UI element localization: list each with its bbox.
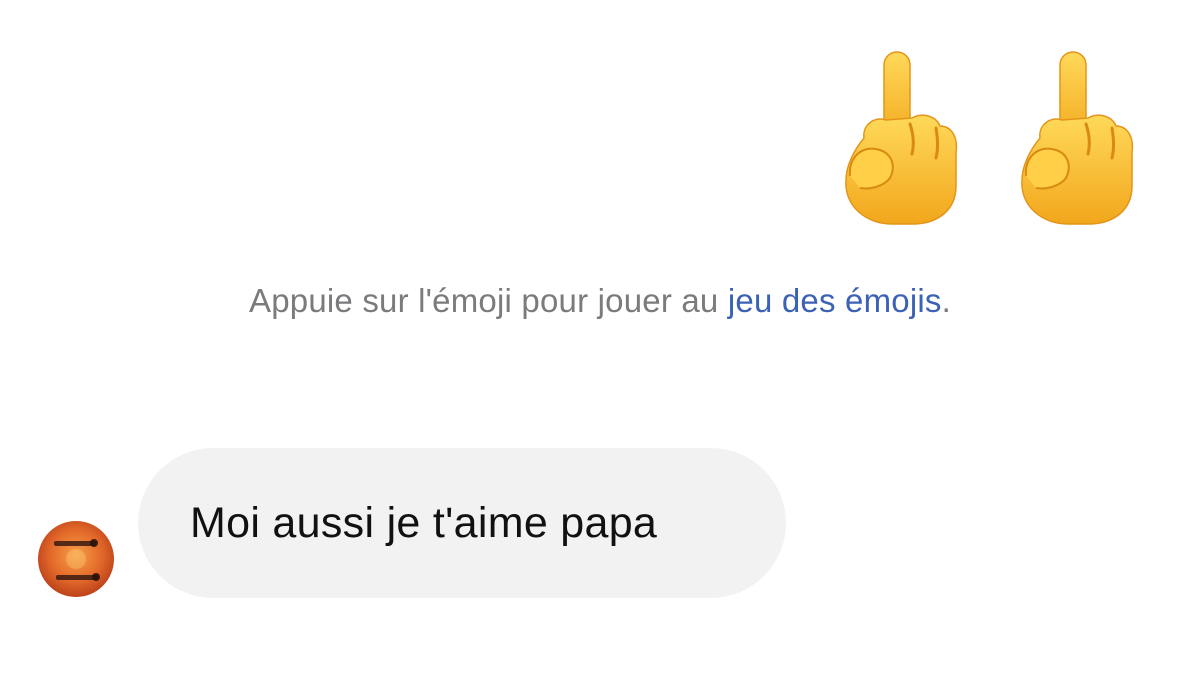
contact-avatar[interactable] <box>38 521 114 597</box>
middle-finger-emoji-icon[interactable] <box>1016 46 1138 228</box>
outgoing-emoji-message[interactable] <box>840 46 1138 228</box>
incoming-message-bubble[interactable]: Moi aussi je t'aime papa <box>138 448 786 598</box>
chat-thread: Appuie sur l'émoji pour jouer au jeu des… <box>0 0 1200 678</box>
message-text: Moi aussi je t'aime papa <box>190 498 658 547</box>
avatar-photo-icon <box>54 539 100 581</box>
emoji-game-hint: Appuie sur l'émoji pour jouer au jeu des… <box>0 276 1200 325</box>
hint-period: . <box>941 282 951 319</box>
hint-text: Appuie sur l'émoji pour jouer au <box>249 282 728 319</box>
emoji-game-link[interactable]: jeu des émojis <box>728 282 942 319</box>
middle-finger-emoji-icon[interactable] <box>840 46 962 228</box>
